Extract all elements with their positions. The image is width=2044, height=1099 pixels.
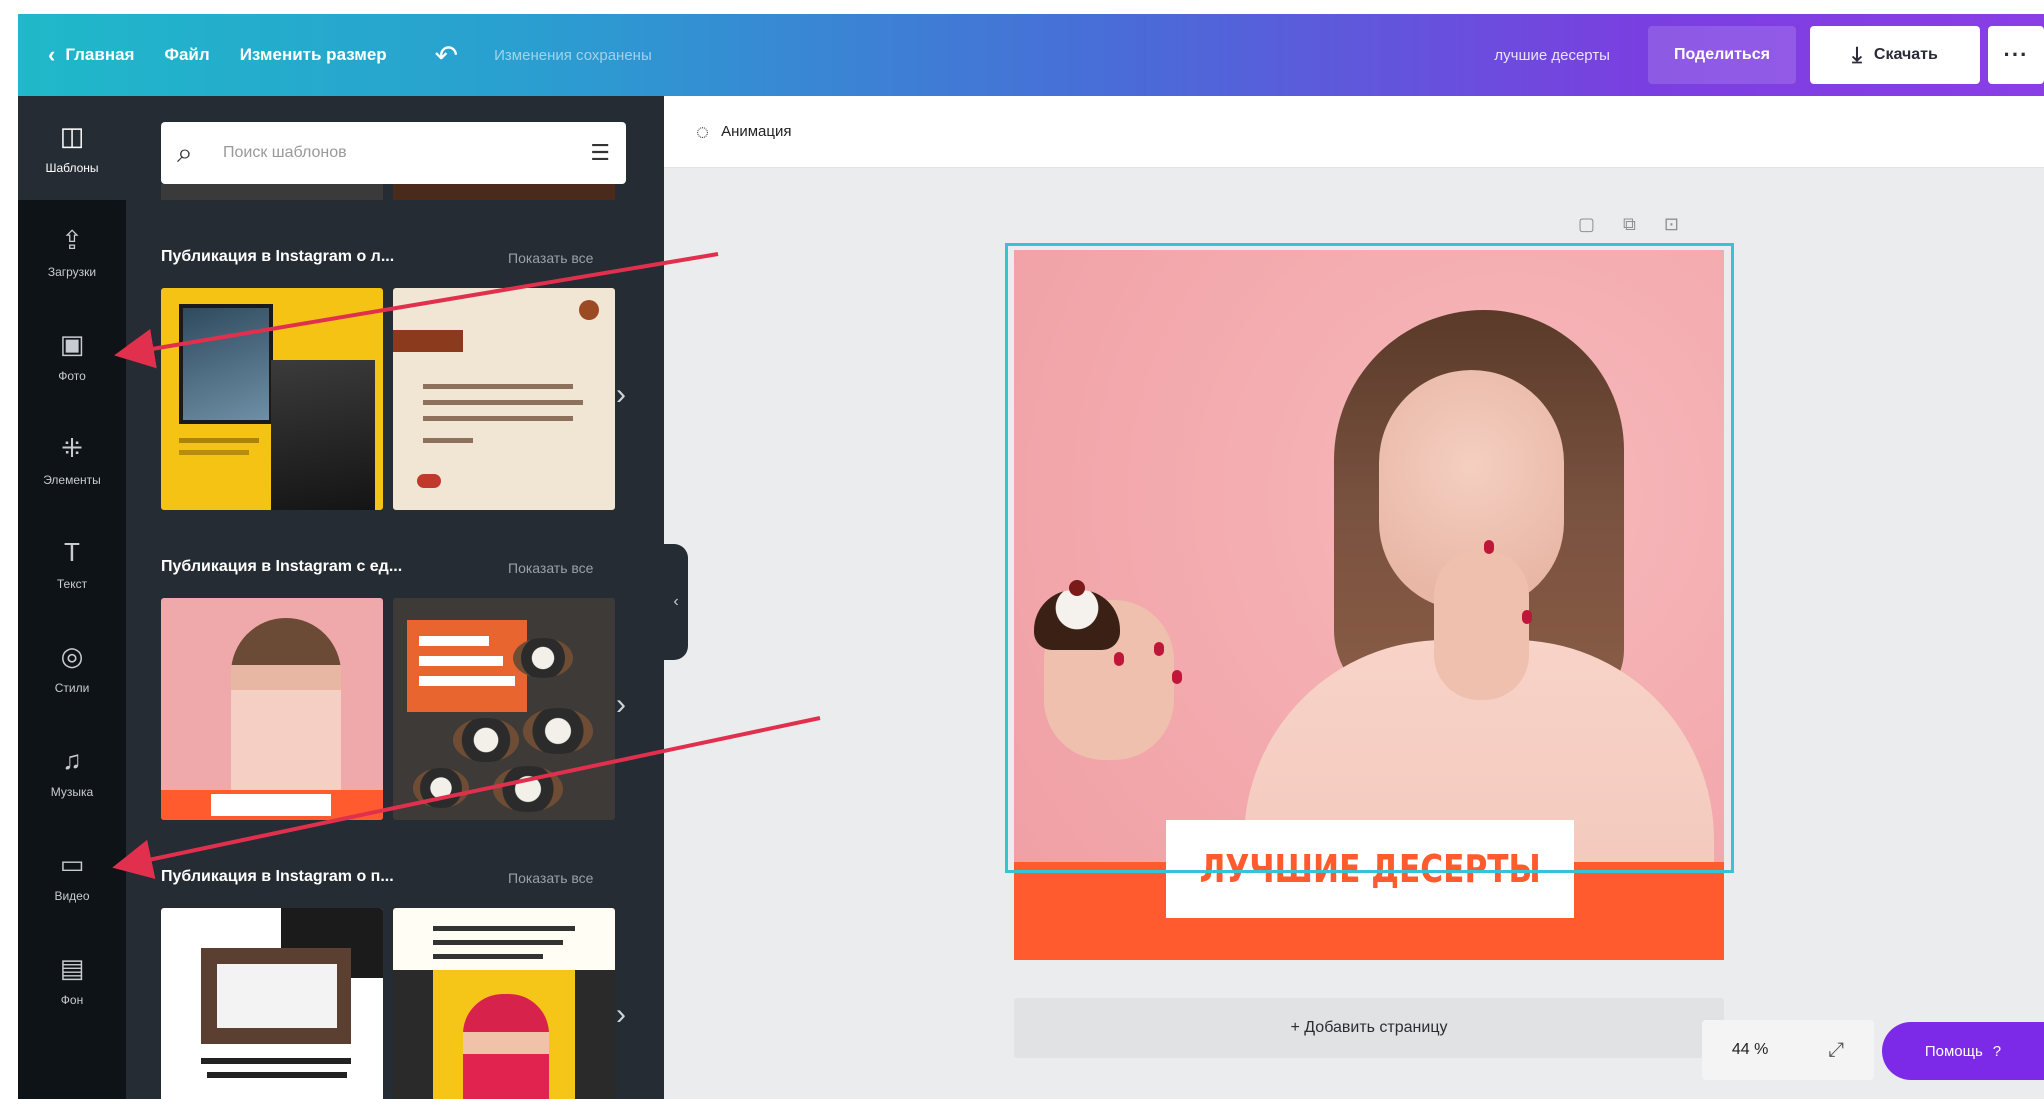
template-thumbnail[interactable] <box>393 184 615 200</box>
template-thumbnail[interactable] <box>161 288 383 510</box>
sidebar-item-templates[interactable]: ◫ Шаблоны <box>18 96 126 200</box>
chevron-right-icon[interactable]: › <box>616 998 626 1032</box>
sidebar-item-photos[interactable]: ▣ Фото <box>18 304 126 408</box>
templates-panel: ⌕ ☰ Публикация в Instagram о л... Показа… <box>126 96 664 1099</box>
template-thumbnail[interactable] <box>161 184 383 200</box>
see-all-link[interactable]: Показать все <box>508 560 593 576</box>
share-button[interactable]: Поделиться <box>1647 26 1796 84</box>
design-title-box[interactable]: ЛУЧШИЕ ДЕСЕРТЫ <box>1166 820 1574 918</box>
see-all-link[interactable]: Показать все <box>508 870 593 886</box>
file-menu[interactable]: Файл <box>164 45 209 65</box>
download-icon: ⤓ <box>1852 42 1862 67</box>
sidebar-item-elements[interactable]: ⁜ Элементы <box>18 408 126 512</box>
save-status: Изменения сохранены <box>494 46 652 64</box>
collapse-panel-button[interactable]: ‹ <box>664 544 688 660</box>
help-label: Помощь <box>1924 1042 1983 1060</box>
resize-button[interactable]: Изменить размер <box>240 45 387 65</box>
search-input[interactable] <box>223 144 591 162</box>
more-button[interactable]: ··· <box>1988 26 2044 84</box>
help-icon: ? <box>1992 1042 2002 1060</box>
elements-icon: ⁜ <box>61 433 83 463</box>
filter-icon[interactable]: ☰ <box>590 140 610 166</box>
chevron-left-icon: ‹ <box>48 42 56 67</box>
sidebar: ◫ Шаблоны ⇪ Загрузки ▣ Фото ⁜ Элементы T… <box>18 96 126 1099</box>
duplicate-icon[interactable]: ⧉ <box>1623 214 1636 235</box>
section-title: Публикация в Instagram о п... <box>161 868 394 885</box>
fullscreen-icon[interactable]: ⤢ <box>1828 1039 1844 1062</box>
styles-icon: ◎ <box>60 641 84 671</box>
sidebar-item-text[interactable]: T Текст <box>18 512 126 616</box>
text-icon: T <box>64 537 80 567</box>
canvas-toolbar: ◌ Анимация <box>664 96 2044 168</box>
section-title: Публикация в Instagram с ед... <box>161 558 403 575</box>
design-title[interactable]: ЛУЧШИЕ ДЕСЕРТЫ <box>1199 847 1540 891</box>
background-icon: ▤ <box>59 953 85 983</box>
download-label: Скачать <box>1873 46 1938 63</box>
search-bar: ⌕ ☰ <box>161 122 626 184</box>
page-actions: ▢ ⧉ ⊡ <box>1578 214 1679 235</box>
home-button[interactable]: ‹ Главная <box>48 42 134 68</box>
video-icon: ▭ <box>59 849 85 879</box>
templates-icon: ◫ <box>59 121 85 151</box>
note-icon[interactable]: ▢ <box>1578 214 1595 235</box>
undo-icon[interactable]: ↶ <box>435 39 458 72</box>
music-icon: ♫ <box>62 745 82 775</box>
sidebar-item-styles[interactable]: ◎ Стили <box>18 616 126 720</box>
home-label: Главная <box>65 45 135 64</box>
top-bar: ‹ Главная Файл Изменить размер ↶ Изменен… <box>18 14 2044 96</box>
template-thumbnail[interactable] <box>161 598 383 820</box>
zoom-control[interactable]: 44 % ⤢ <box>1702 1020 1874 1080</box>
zoom-level[interactable]: 44 % <box>1732 1041 1768 1059</box>
template-thumbnail[interactable] <box>393 908 615 1099</box>
help-button[interactable]: Помощь ? <box>1882 1022 2044 1080</box>
animation-button[interactable]: Анимация <box>721 123 791 140</box>
see-all-link[interactable]: Показать все <box>508 250 593 266</box>
search-icon: ⌕ <box>177 136 193 168</box>
upload-icon: ⇪ <box>61 225 83 255</box>
photo-icon: ▣ <box>59 329 85 359</box>
sidebar-item-music[interactable]: ♫ Музыка <box>18 720 126 824</box>
chevron-right-icon[interactable]: › <box>616 378 626 412</box>
add-page-button[interactable]: + Добавить страницу <box>1014 998 1724 1058</box>
section-title: Публикация в Instagram о л... <box>161 248 395 265</box>
add-page-icon[interactable]: ⊡ <box>1664 214 1679 235</box>
template-thumbnail[interactable] <box>161 908 383 1099</box>
download-button[interactable]: ⤓ Скачать <box>1810 26 1980 84</box>
sidebar-item-background[interactable]: ▤ Фон <box>18 928 126 1032</box>
animation-icon[interactable]: ◌ <box>696 119 709 145</box>
template-thumbnail[interactable] <box>393 288 615 510</box>
template-thumbnail[interactable] <box>393 598 615 820</box>
sidebar-item-uploads[interactable]: ⇪ Загрузки <box>18 200 126 304</box>
design-name[interactable]: лучшие десерты <box>1494 47 1610 64</box>
sidebar-item-video[interactable]: ▭ Видео <box>18 824 126 928</box>
chevron-right-icon[interactable]: › <box>616 688 626 722</box>
